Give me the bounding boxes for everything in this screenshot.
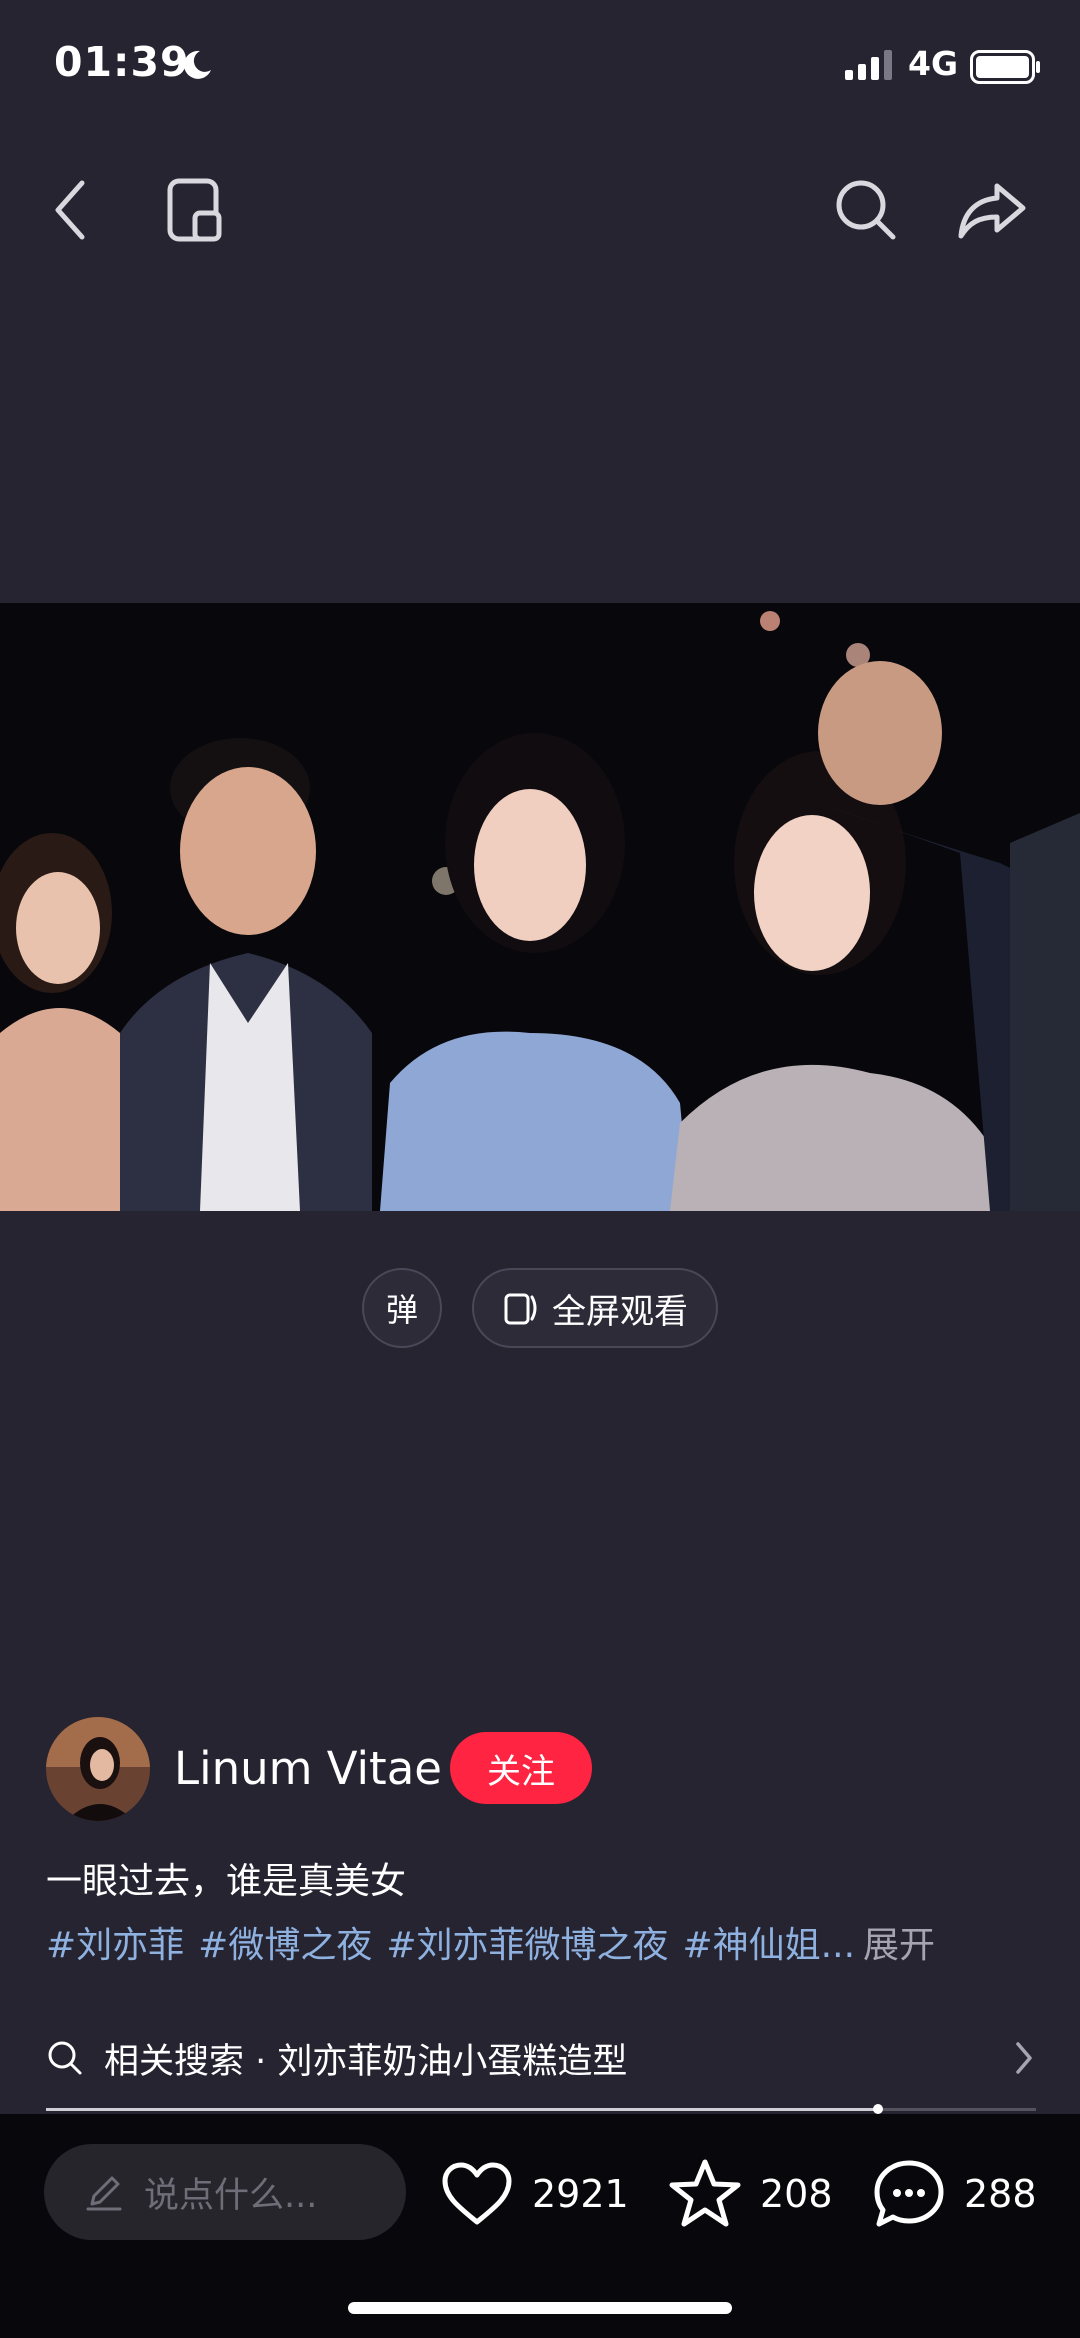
video-progress-handle[interactable] bbox=[872, 2104, 883, 2114]
status-bar: 01:39 4G bbox=[0, 0, 1080, 130]
video-progress-fill bbox=[46, 2108, 878, 2111]
comment-icon bbox=[874, 2160, 944, 2227]
back-icon bbox=[55, 180, 85, 240]
chevron-right-icon bbox=[1016, 2042, 1032, 2074]
search-icon bbox=[48, 2041, 82, 2075]
search-button[interactable] bbox=[826, 170, 906, 250]
video-progress-bar[interactable] bbox=[46, 2104, 1036, 2114]
back-button[interactable] bbox=[32, 170, 112, 250]
network-type: 4G bbox=[908, 44, 959, 83]
post-caption: 一眼过去，谁是真美女 bbox=[46, 1861, 407, 1902]
hashtag-link[interactable]: #刘亦菲微博之夜 bbox=[386, 1925, 668, 1966]
related-search-bar[interactable]: 相关搜索 · 刘亦菲奶油小蛋糕造型 bbox=[46, 2026, 1036, 2090]
comment-button[interactable]: 288 bbox=[872, 2158, 1037, 2230]
share-button[interactable] bbox=[952, 170, 1032, 250]
comment-placeholder: 说点什么... bbox=[144, 2175, 318, 2216]
search-icon bbox=[836, 180, 896, 240]
battery-icon bbox=[970, 50, 1040, 84]
pencil-icon bbox=[86, 2176, 122, 2211]
hashtag-link-truncated[interactable]: #神仙姐... bbox=[683, 1925, 856, 1966]
status-time: 01:39 bbox=[54, 38, 190, 86]
moon-icon bbox=[183, 50, 211, 79]
fullscreen-label: 全屏观看 bbox=[552, 1291, 688, 1332]
related-search-label: 相关搜索 · 刘亦菲奶油小蛋糕造型 bbox=[104, 2041, 628, 2082]
small-window-button[interactable] bbox=[156, 170, 236, 250]
window-icon bbox=[167, 178, 222, 242]
comment-count: 288 bbox=[964, 2172, 1037, 2216]
fullscreen-icon bbox=[504, 1293, 537, 1325]
expand-button[interactable]: 展开 bbox=[863, 1925, 935, 1966]
post-detail-page: 01:39 4G 弹 全屏观看 Linum Vitae 关注 一眼过去，谁是真美… bbox=[0, 0, 1080, 2338]
home-indicator[interactable] bbox=[348, 2302, 732, 2314]
fullscreen-button[interactable]: 全屏观看 bbox=[472, 1268, 718, 1348]
share-icon bbox=[958, 183, 1026, 239]
signal-icon bbox=[845, 50, 892, 80]
follow-button[interactable]: 关注 bbox=[450, 1732, 592, 1804]
avatar-image bbox=[46, 1717, 150, 1821]
author-name[interactable]: Linum Vitae bbox=[174, 1742, 442, 1795]
video-player[interactable] bbox=[0, 603, 1080, 1211]
comment-input[interactable]: 说点什么... bbox=[44, 2144, 406, 2240]
star-icon bbox=[669, 2159, 741, 2227]
hashtag-link[interactable]: #刘亦菲 bbox=[46, 1925, 184, 1966]
hashtag-link[interactable]: #微博之夜 bbox=[198, 1925, 372, 1966]
like-count: 2921 bbox=[532, 2172, 629, 2216]
video-frame-image bbox=[0, 603, 1080, 1211]
heart-icon bbox=[442, 2162, 512, 2225]
like-button[interactable]: 2921 bbox=[440, 2158, 629, 2230]
hashtag-row: #刘亦菲 #微博之夜 #刘亦菲微博之夜 #神仙姐... 展开 bbox=[46, 1916, 935, 1968]
danmaku-toggle-button[interactable]: 弹 bbox=[362, 1268, 442, 1348]
danmaku-label: 弹 bbox=[385, 1291, 418, 1329]
favorite-count: 208 bbox=[760, 2172, 833, 2216]
avatar[interactable] bbox=[46, 1717, 150, 1821]
favorite-button[interactable]: 208 bbox=[668, 2158, 833, 2230]
